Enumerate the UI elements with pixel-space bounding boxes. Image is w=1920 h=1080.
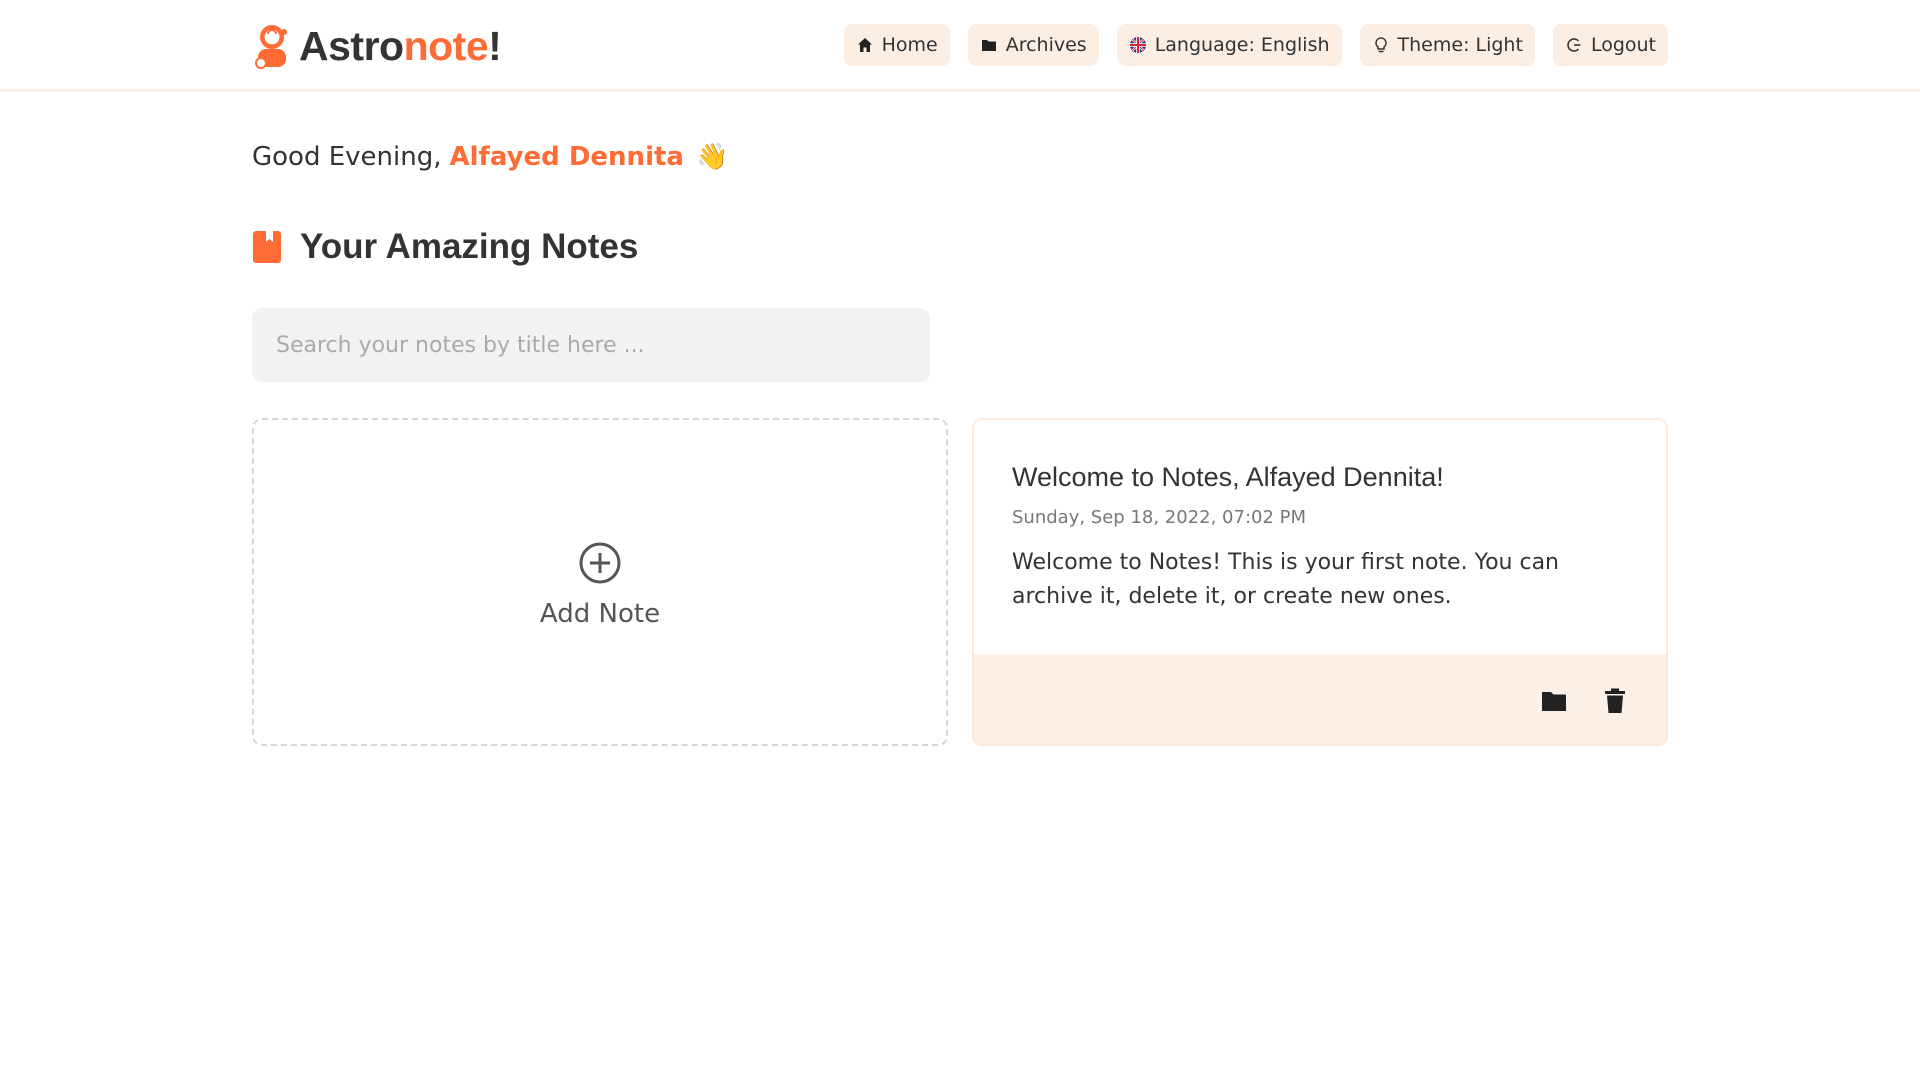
notes-section-heading: Your Amazing Notes: [252, 224, 638, 270]
brand-logo[interactable]: Astronote!: [252, 22, 502, 70]
book-icon: [253, 231, 281, 263]
note-body: Welcome to Notes, Alfayed Dennita! Sunda…: [974, 420, 1666, 654]
nav-logout-label: Logout: [1590, 34, 1656, 56]
nav-logout-button[interactable]: Logout: [1552, 24, 1668, 66]
brand-name: Astronote!: [299, 22, 502, 69]
nav-home-button[interactable]: Home: [843, 24, 950, 66]
add-note-label: Add Note: [539, 599, 661, 629]
app-header: Astronote! Home Archives Language: Engli…: [0, 0, 1920, 92]
delete-note-button[interactable]: [1601, 687, 1629, 715]
note-actions: [974, 654, 1666, 744]
nav-home-label: Home: [881, 34, 938, 56]
astronaut-icon: [255, 25, 287, 69]
add-note-card[interactable]: Add Note: [252, 418, 948, 746]
plus-circle-icon: [579, 542, 621, 584]
home-icon: [857, 38, 872, 52]
greeting-prefix: Good Evening,: [252, 142, 442, 172]
uk-flag-icon: [1129, 37, 1146, 53]
greeting-user-name: Alfayed Dennita: [449, 142, 684, 172]
greeting: Good Evening, Alfayed Dennita 👋: [252, 140, 728, 174]
nav-theme-label: Theme: Light: [1397, 34, 1523, 56]
waving-hand-icon: 👋: [695, 142, 729, 172]
nav-language-label: Language: English: [1154, 34, 1330, 56]
note-title[interactable]: Welcome to Notes, Alfayed Dennita!: [1012, 462, 1628, 493]
top-navigation: Home Archives Language: English Theme: L…: [843, 24, 1668, 66]
folder-icon: [1542, 692, 1566, 711]
nav-archives-label: Archives: [1005, 34, 1087, 56]
folder-icon: [981, 40, 996, 51]
logout-icon: [1567, 38, 1581, 52]
archive-note-button[interactable]: [1540, 687, 1568, 715]
note-card[interactable]: Welcome to Notes, Alfayed Dennita! Sunda…: [972, 418, 1668, 746]
nav-theme-button[interactable]: Theme: Light: [1359, 24, 1535, 66]
trash-icon: [1605, 688, 1625, 713]
note-date: Sunday, Sep 18, 2022, 07:02 PM: [1012, 507, 1307, 528]
note-content: Welcome to Notes! This is your first not…: [1012, 550, 1560, 609]
nav-archives-button[interactable]: Archives: [967, 24, 1099, 66]
nav-language-button[interactable]: Language: English: [1116, 24, 1342, 66]
search-input[interactable]: [252, 308, 930, 382]
lightbulb-icon: [1374, 37, 1387, 53]
page-title: Your Amazing Notes: [300, 227, 639, 266]
